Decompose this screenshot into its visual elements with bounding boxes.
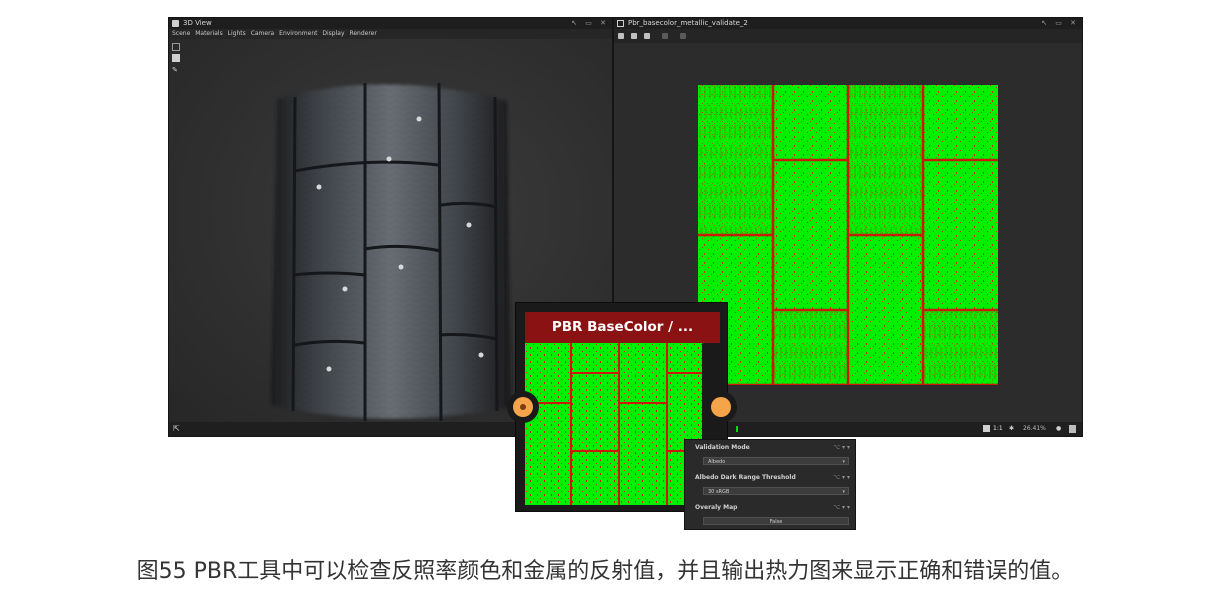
menu-scene[interactable]: Scene — [172, 30, 190, 37]
green-indicator — [736, 426, 738, 432]
albedo-threshold-value: 30 sRGB — [708, 489, 730, 495]
input-port-dot — [520, 404, 526, 410]
chevron-down-icon: ▾ — [842, 489, 845, 495]
window-icon — [172, 20, 179, 27]
input-port[interactable] — [507, 391, 539, 423]
window-controls[interactable]: ↖ ▭ ✕ — [1041, 18, 1079, 29]
menu-environment[interactable]: Environment — [279, 30, 317, 37]
menu-lights[interactable]: Lights — [228, 30, 246, 37]
copy-icon[interactable] — [618, 33, 624, 39]
validation-heatmap — [698, 85, 998, 385]
validation-mode-label: Validation Mode — [695, 444, 750, 451]
output-port-knob — [711, 397, 731, 417]
menu-renderer[interactable]: Renderer — [349, 30, 376, 37]
zoom-level[interactable]: 26.41% — [1023, 422, 1046, 436]
expand-icon[interactable]: ⇱ — [173, 422, 180, 436]
albedo-threshold-options-icon[interactable]: ⌥ ▾ ▾ — [833, 474, 850, 481]
channel-icon[interactable] — [662, 33, 668, 39]
panel-toggle-icon[interactable] — [1069, 425, 1076, 433]
validation-mode-options-icon[interactable]: ⌥ ▾ ▾ — [833, 444, 850, 451]
menu-materials[interactable]: Materials — [195, 30, 223, 37]
figure-caption: 图55 PBR工具中可以检查反照率颜色和金属的反射值，并且输出热力图来显示正确和… — [136, 559, 1074, 584]
overlay-map-options-icon[interactable]: ⌥ ▾ ▾ — [833, 504, 850, 511]
input-port-knob — [513, 397, 533, 417]
window-controls[interactable]: ↖ ▭ ✕ — [571, 18, 609, 29]
properties-panel: Validation Mode ⌥ ▾ ▾ Albedo ▾ Albedo Da… — [684, 439, 856, 530]
zoom-icon[interactable]: ✱ — [1009, 422, 1014, 436]
node-thumbnail — [525, 343, 702, 505]
menu-display[interactable]: Display — [322, 30, 344, 37]
3d-view-menubar: Scene Materials Lights Camera Environmen… — [169, 29, 612, 39]
3d-view-titlebar[interactable]: 3D View ↖ ▭ ✕ — [169, 18, 612, 29]
fit-icon[interactable] — [983, 425, 990, 432]
3d-view-title: 3D View — [183, 19, 212, 27]
pan-icon[interactable]: ● — [1056, 422, 1061, 436]
2d-view-title: Pbr_basecolor_metallic_validate_2 — [628, 19, 748, 27]
overlay-map-label: Overaly Map — [695, 504, 738, 511]
ratio-label[interactable]: 1:1 — [993, 422, 1003, 436]
menu-camera[interactable]: Camera — [251, 30, 275, 37]
overlay-map-value: False — [769, 519, 783, 525]
2d-view-toolbar — [614, 29, 1082, 43]
node-title: PBR BaseColor / ... — [525, 312, 720, 343]
image-icon[interactable] — [644, 33, 650, 39]
validation-mode-select[interactable]: Albedo ▾ — [703, 457, 849, 465]
2d-view-titlebar[interactable]: Pbr_basecolor_metallic_validate_2 ↖ ▭ ✕ — [614, 18, 1082, 29]
overlay-map-toggle[interactable]: False — [703, 517, 849, 525]
window-icon — [617, 20, 624, 27]
output-port[interactable] — [705, 391, 737, 423]
albedo-threshold-select[interactable]: 30 sRGB ▾ — [703, 487, 849, 495]
save-icon[interactable] — [631, 33, 637, 39]
settings-icon[interactable] — [680, 33, 686, 39]
chevron-down-icon: ▾ — [842, 459, 845, 465]
validation-mode-value: Albedo — [708, 459, 726, 465]
albedo-threshold-label: Albedo Dark Range Threshold — [695, 474, 796, 481]
